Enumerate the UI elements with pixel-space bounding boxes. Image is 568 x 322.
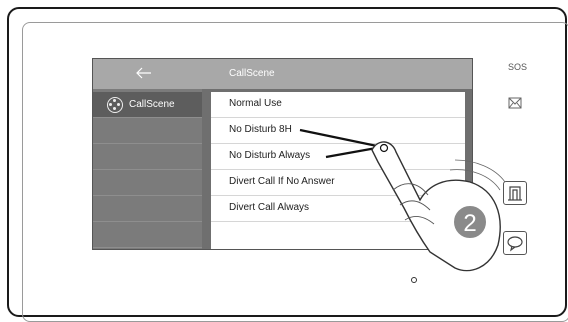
option-label: No Disturb 8H <box>229 124 292 135</box>
sidebar: CallScene <box>93 89 202 249</box>
arrow-left-icon <box>136 67 151 79</box>
unlock-button[interactable] <box>503 181 527 205</box>
sidebar-divider <box>93 144 202 170</box>
option-label: Divert Call Always <box>229 202 310 213</box>
sidebar-divider <box>93 196 202 222</box>
back-button[interactable] <box>133 64 155 82</box>
message-icon[interactable] <box>508 96 522 109</box>
sos-label: SOS <box>508 62 528 72</box>
page-title: CallScene <box>229 68 275 79</box>
option-divert-call-always[interactable]: Divert Call Always <box>211 196 465 222</box>
sidebar-item-label: CallScene <box>129 99 175 110</box>
option-divert-call-if-no-answer[interactable]: Divert Call If No Answer <box>211 170 465 196</box>
option-normal-use[interactable]: Normal Use <box>211 92 465 118</box>
sidebar-item-callscene[interactable]: CallScene <box>93 92 202 118</box>
option-label: Normal Use <box>229 98 282 109</box>
talk-button[interactable] <box>503 231 527 255</box>
sidebar-divider <box>93 170 202 196</box>
option-no-disturb-always[interactable]: No Disturb Always <box>211 144 465 170</box>
scene-icon <box>107 97 123 113</box>
camera-lens <box>411 277 417 283</box>
device-screen: CallScene CallScene Normal Use No Distur… <box>92 58 473 250</box>
sidebar-divider <box>93 222 202 248</box>
option-no-disturb-8h[interactable]: No Disturb 8H <box>211 118 465 144</box>
door-icon <box>508 186 522 201</box>
option-label: Divert Call If No Answer <box>229 176 335 187</box>
chat-icon <box>507 236 523 252</box>
callscene-options-list: Normal Use No Disturb 8H No Disturb Alwa… <box>211 92 465 249</box>
screen-header: CallScene <box>93 59 472 89</box>
sidebar-divider <box>93 118 202 144</box>
option-label: No Disturb Always <box>229 150 311 161</box>
